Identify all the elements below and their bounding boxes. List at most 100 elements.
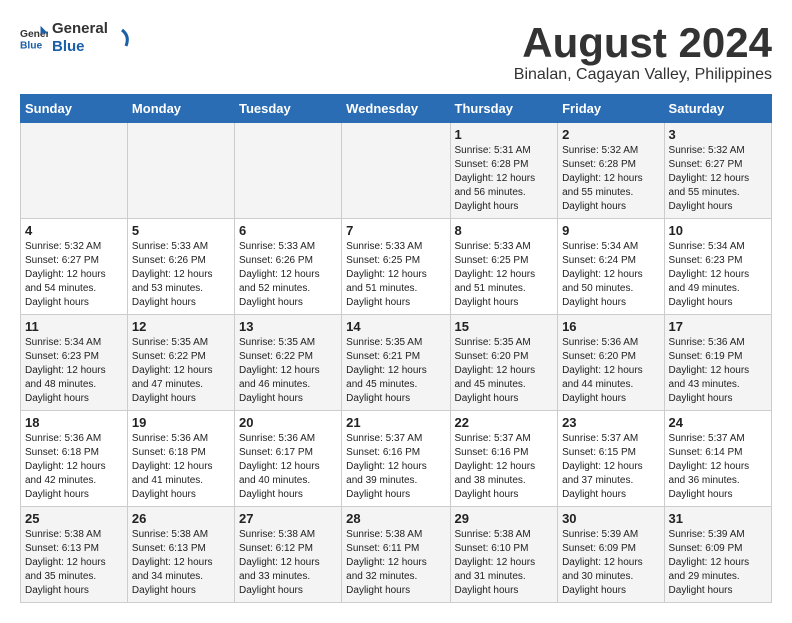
logo-icon: General Blue — [20, 24, 48, 52]
cell-content: Sunrise: 5:33 AMSunset: 6:25 PMDaylight:… — [455, 240, 554, 310]
cell-content: Sunrise: 5:37 AMSunset: 6:16 PMDaylight:… — [455, 432, 554, 502]
cell-content: Sunrise: 5:37 AMSunset: 6:15 PMDaylight:… — [562, 432, 659, 502]
calendar-table: SundayMondayTuesdayWednesdayThursdayFrid… — [20, 94, 772, 603]
calendar-cell — [342, 123, 450, 219]
cell-content: Sunrise: 5:36 AMSunset: 6:20 PMDaylight:… — [562, 336, 659, 406]
logo-swoosh — [112, 28, 132, 48]
day-number: 25 — [25, 511, 123, 526]
cell-content: Sunrise: 5:33 AMSunset: 6:26 PMDaylight:… — [132, 240, 230, 310]
day-number: 13 — [239, 319, 337, 334]
day-number: 16 — [562, 319, 659, 334]
day-number: 24 — [669, 415, 767, 430]
calendar-cell: 10 Sunrise: 5:34 AMSunset: 6:23 PMDayligh… — [664, 219, 771, 315]
cell-content: Sunrise: 5:36 AMSunset: 6:17 PMDaylight:… — [239, 432, 337, 502]
cell-content: Sunrise: 5:34 AMSunset: 6:24 PMDaylight:… — [562, 240, 659, 310]
cell-content: Sunrise: 5:38 AMSunset: 6:13 PMDaylight:… — [132, 528, 230, 598]
calendar-cell — [127, 123, 234, 219]
logo-general: General — [52, 20, 108, 38]
calendar-cell: 15Sunrise: 5:35 AMSunset: 6:20 PMDayligh… — [450, 315, 558, 411]
weekday-header-wednesday: Wednesday — [342, 95, 450, 123]
cell-content: Sunrise: 5:36 AMSunset: 6:18 PMDaylight:… — [132, 432, 230, 502]
week-row-2: 4Sunrise: 5:32 AMSunset: 6:27 PMDaylight… — [21, 219, 772, 315]
day-number: 12 — [132, 319, 230, 334]
day-number: 20 — [239, 415, 337, 430]
cell-content: Sunrise: 5:34 AMSunset: 6:23 PMDaylight:… — [669, 240, 767, 310]
subtitle: Binalan, Cagayan Valley, Philippines — [514, 66, 772, 84]
day-number: 4 — [25, 223, 123, 238]
calendar-cell: 9 Sunrise: 5:34 AMSunset: 6:24 PMDaylight… — [558, 219, 664, 315]
calendar-cell: 30 Sunrise: 5:39 AMSunset: 6:09 PMDayligh… — [558, 507, 664, 603]
cell-content: Sunrise: 5:37 AMSunset: 6:16 PMDaylight:… — [346, 432, 445, 502]
cell-content: Sunrise: 5:38 AMSunset: 6:11 PMDaylight:… — [346, 528, 445, 598]
weekday-header-saturday: Saturday — [664, 95, 771, 123]
calendar-cell — [21, 123, 128, 219]
day-number: 1 — [455, 127, 554, 142]
cell-content: Sunrise: 5:35 AMSunset: 6:21 PMDaylight:… — [346, 336, 445, 406]
cell-content: Sunrise: 5:35 AMSunset: 6:22 PMDaylight:… — [239, 336, 337, 406]
day-number: 11 — [25, 319, 123, 334]
calendar-cell: 2Sunrise: 5:32 AMSunset: 6:28 PMDaylight… — [558, 123, 664, 219]
calendar-cell: 6Sunrise: 5:33 AMSunset: 6:26 PMDaylight… — [234, 219, 341, 315]
week-row-1: 1 Sunrise: 5:31 AMSunset: 6:28 PMDaylight… — [21, 123, 772, 219]
calendar-cell: 5 Sunrise: 5:33 AMSunset: 6:26 PMDaylight… — [127, 219, 234, 315]
calendar-cell: 24 Sunrise: 5:37 AMSunset: 6:14 PMDayligh… — [664, 411, 771, 507]
cell-content: Sunrise: 5:33 AMSunset: 6:26 PMDaylight:… — [239, 240, 337, 310]
day-number: 21 — [346, 415, 445, 430]
calendar-cell: 22 Sunrise: 5:37 AMSunset: 6:16 PMDayligh… — [450, 411, 558, 507]
cell-content: Sunrise: 5:34 AMSunset: 6:23 PMDaylight:… — [25, 336, 123, 406]
day-number: 14 — [346, 319, 445, 334]
calendar-cell: 25Sunrise: 5:38 AMSunset: 6:13 PMDayligh… — [21, 507, 128, 603]
calendar-cell: 16 Sunrise: 5:36 AMSunset: 6:20 PMDayligh… — [558, 315, 664, 411]
day-number: 8 — [455, 223, 554, 238]
cell-content: Sunrise: 5:32 AMSunset: 6:28 PMDaylight:… — [562, 144, 659, 214]
calendar-header: SundayMondayTuesdayWednesdayThursdayFrid… — [21, 95, 772, 123]
calendar-cell: 3Sunrise: 5:32 AMSunset: 6:27 PMDaylight… — [664, 123, 771, 219]
cell-content: Sunrise: 5:38 AMSunset: 6:10 PMDaylight:… — [455, 528, 554, 598]
day-number: 27 — [239, 511, 337, 526]
cell-content: Sunrise: 5:39 AMSunset: 6:09 PMDaylight:… — [669, 528, 767, 598]
calendar-cell: 29 Sunrise: 5:38 AMSunset: 6:10 PMDayligh… — [450, 507, 558, 603]
day-number: 29 — [455, 511, 554, 526]
day-number: 18 — [25, 415, 123, 430]
day-number: 22 — [455, 415, 554, 430]
calendar-cell: 23 Sunrise: 5:37 AMSunset: 6:15 PMDayligh… — [558, 411, 664, 507]
week-row-3: 11 Sunrise: 5:34 AMSunset: 6:23 PMDayligh… — [21, 315, 772, 411]
logo-blue: Blue — [52, 38, 108, 56]
calendar-cell: 27 Sunrise: 5:38 AMSunset: 6:12 PMDayligh… — [234, 507, 341, 603]
cell-content: Sunrise: 5:32 AMSunset: 6:27 PMDaylight:… — [669, 144, 767, 214]
calendar-cell: 4Sunrise: 5:32 AMSunset: 6:27 PMDaylight… — [21, 219, 128, 315]
calendar-cell: 20 Sunrise: 5:36 AMSunset: 6:17 PMDayligh… — [234, 411, 341, 507]
day-number: 15 — [455, 319, 554, 334]
weekday-header-tuesday: Tuesday — [234, 95, 341, 123]
cell-content: Sunrise: 5:35 AMSunset: 6:22 PMDaylight:… — [132, 336, 230, 406]
calendar-cell: 11 Sunrise: 5:34 AMSunset: 6:23 PMDayligh… — [21, 315, 128, 411]
week-row-5: 25 Sunrise: 5:38 AMSunset: 6:13 PMDayligh… — [21, 507, 772, 603]
cell-content: Sunrise: 5:33 AMSunset: 6:25 PMDaylight:… — [346, 240, 445, 310]
cell-content: Sunrise: 5:31 AMSunset: 6:28 PMDaylight:… — [455, 144, 554, 214]
day-number: 5 — [132, 223, 230, 238]
calendar-cell: 7Sunrise: 5:33 AMSunset: 6:25 PMDaylight… — [342, 219, 450, 315]
calendar-body: 1 Sunrise: 5:31 AMSunset: 6:28 PMDaylight… — [21, 123, 772, 603]
calendar-cell: 31Sunrise: 5:39 AMSunset: 6:09 PMDayligh… — [664, 507, 771, 603]
week-row-4: 18 Sunrise: 5:36 AMSunset: 6:18 PMDayligh… — [21, 411, 772, 507]
logo: General Blue General Blue — [20, 20, 132, 56]
title-block: August 2024 Binalan, Cagayan Valley, Phi… — [514, 20, 772, 84]
calendar-cell: 28Sunrise: 5:38 AMSunset: 6:11 PMDayligh… — [342, 507, 450, 603]
calendar-cell: 1 Sunrise: 5:31 AMSunset: 6:28 PMDaylight… — [450, 123, 558, 219]
calendar-cell: 19Sunrise: 5:36 AMSunset: 6:18 PMDayligh… — [127, 411, 234, 507]
calendar-cell — [234, 123, 341, 219]
day-number: 10 — [669, 223, 767, 238]
svg-text:Blue: Blue — [20, 40, 43, 51]
calendar-cell: 17Sunrise: 5:36 AMSunset: 6:19 PMDayligh… — [664, 315, 771, 411]
day-number: 26 — [132, 511, 230, 526]
day-number: 30 — [562, 511, 659, 526]
cell-content: Sunrise: 5:36 AMSunset: 6:18 PMDaylight:… — [25, 432, 123, 502]
main-title: August 2024 — [514, 20, 772, 66]
weekday-header-monday: Monday — [127, 95, 234, 123]
cell-content: Sunrise: 5:38 AMSunset: 6:12 PMDaylight:… — [239, 528, 337, 598]
day-number: 23 — [562, 415, 659, 430]
weekday-header-row: SundayMondayTuesdayWednesdayThursdayFrid… — [21, 95, 772, 123]
day-number: 9 — [562, 223, 659, 238]
cell-content: Sunrise: 5:39 AMSunset: 6:09 PMDaylight:… — [562, 528, 659, 598]
cell-content: Sunrise: 5:37 AMSunset: 6:14 PMDaylight:… — [669, 432, 767, 502]
